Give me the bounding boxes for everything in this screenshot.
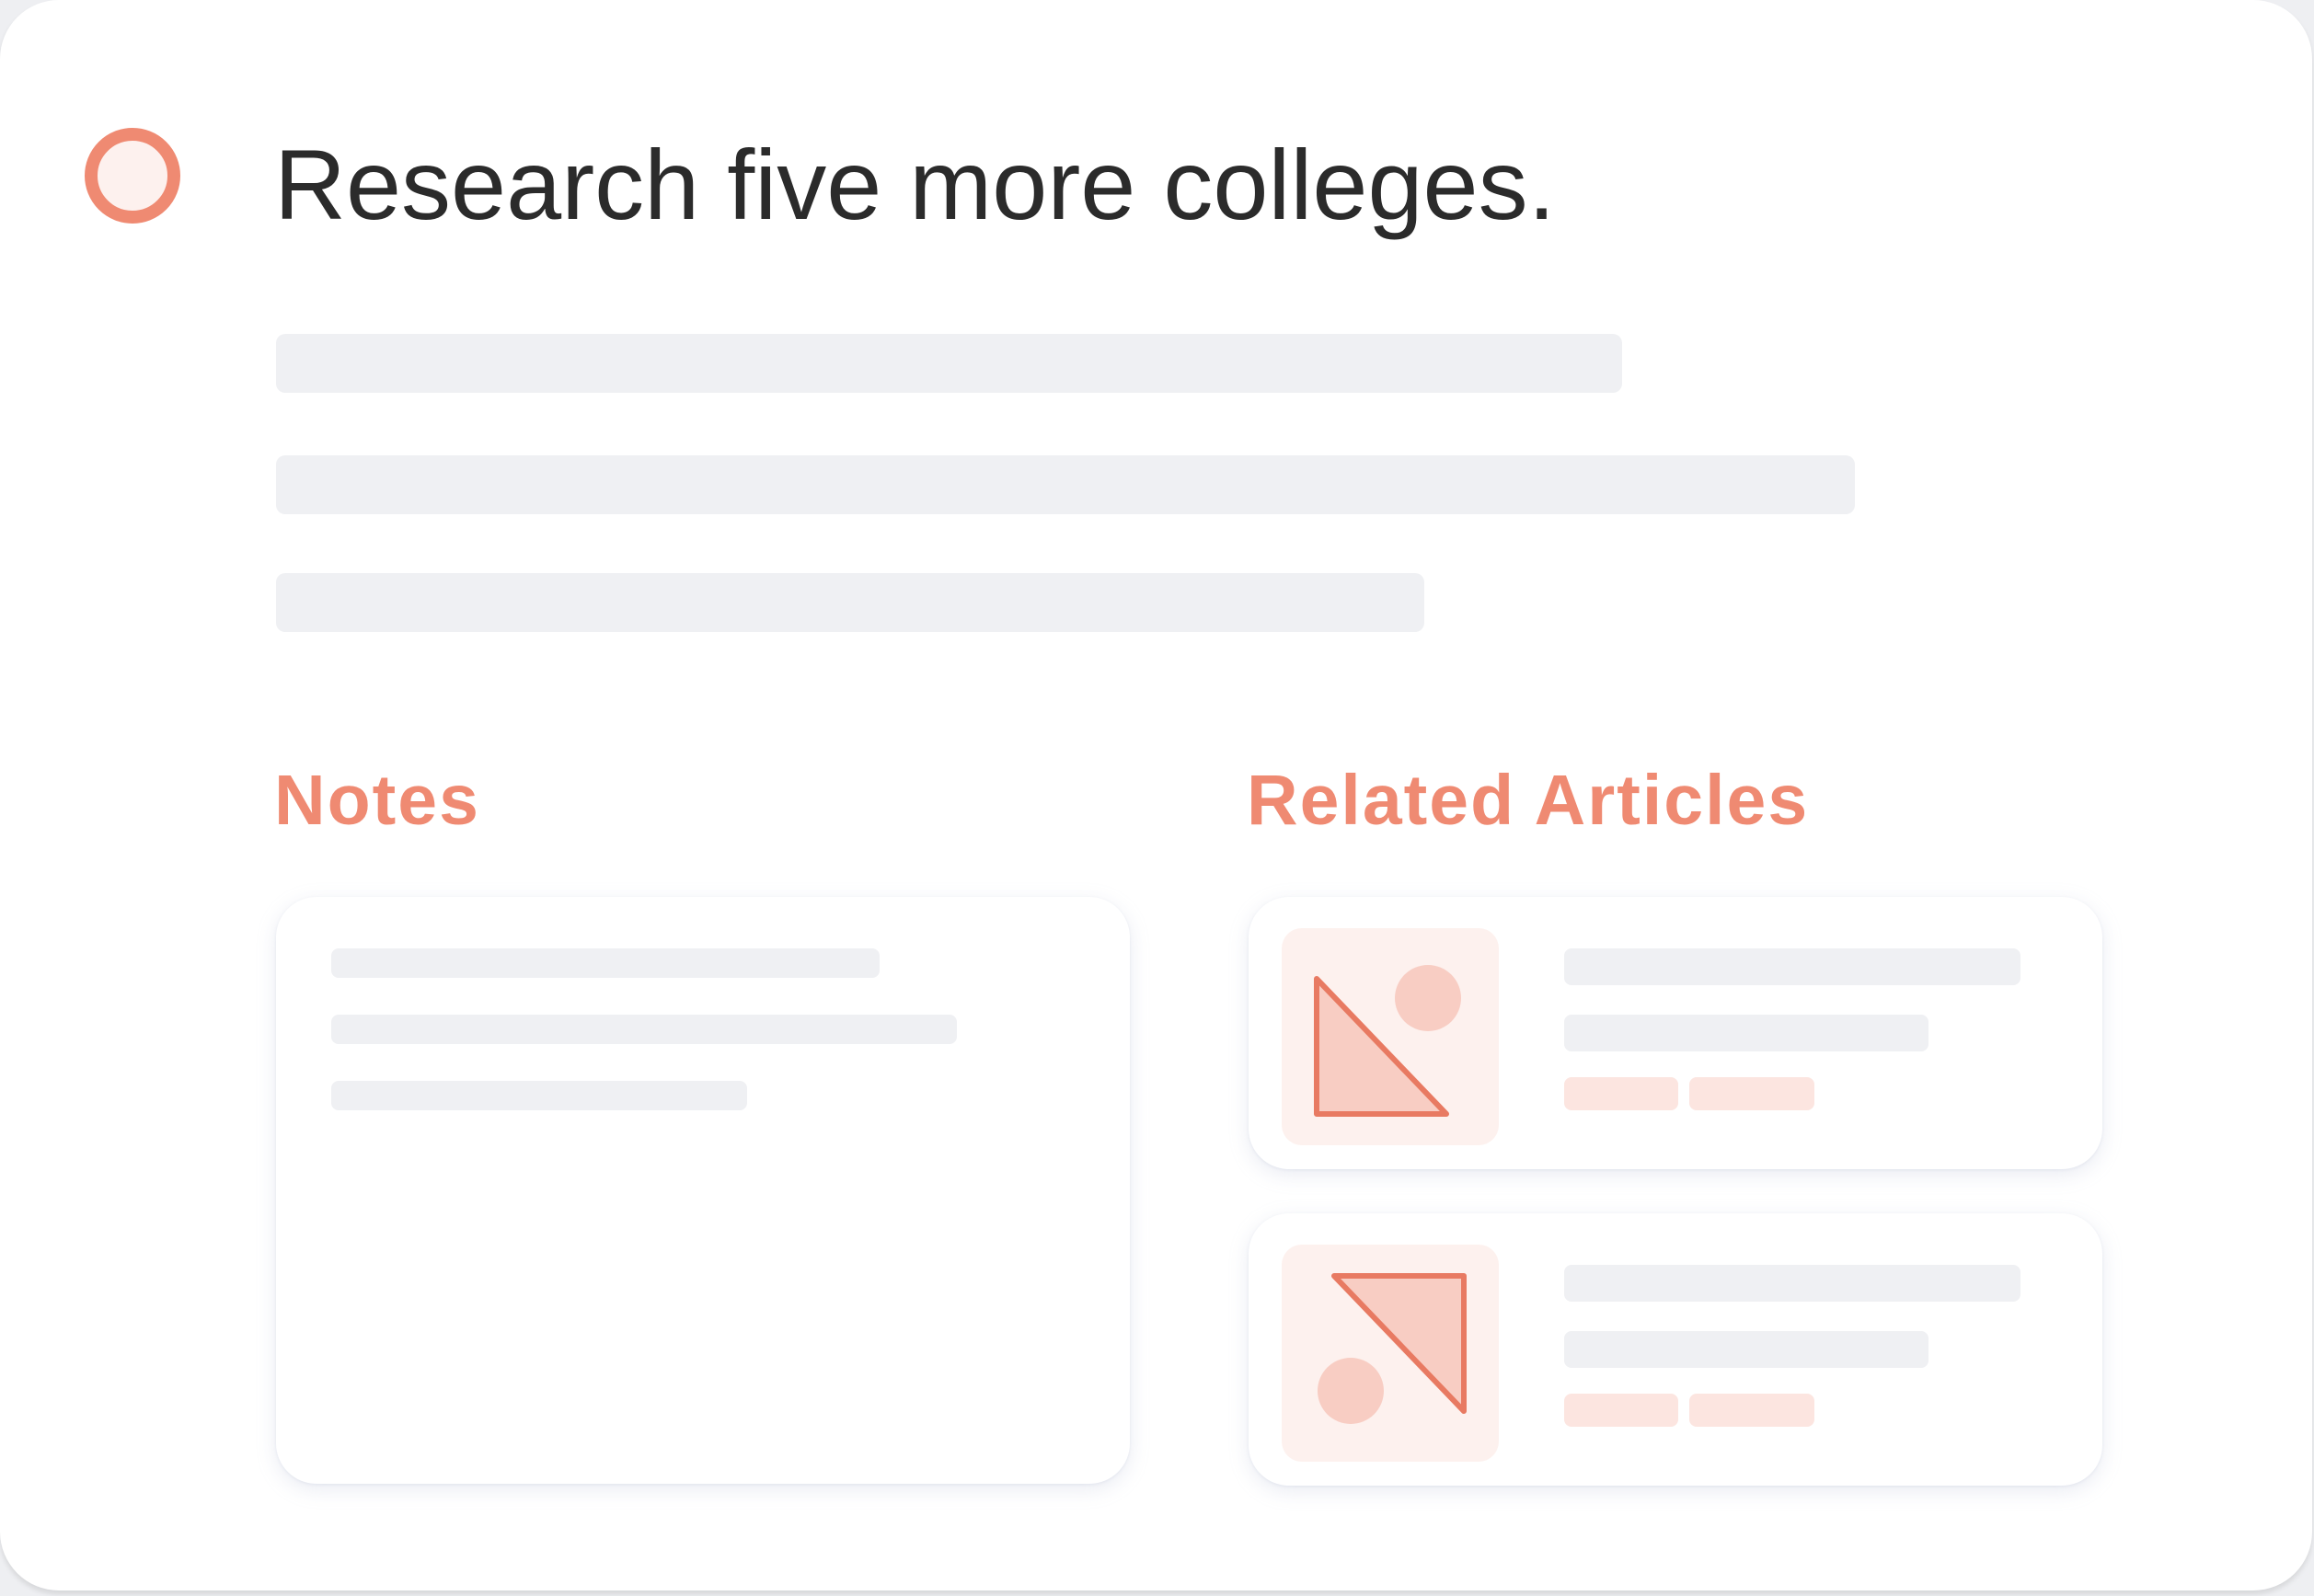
article-tag (1689, 1394, 1814, 1427)
description-line (276, 573, 1424, 632)
notes-heading: Notes (274, 761, 480, 840)
related-articles-heading: Related Articles (1247, 761, 1810, 840)
article-subtitle-line (1564, 1331, 1928, 1368)
task-title[interactable]: Research five more colleges. (274, 125, 1556, 245)
article-thumbnail (1282, 1245, 1499, 1462)
complete-task-checkbox-icon[interactable] (85, 128, 180, 224)
description-line (276, 455, 1855, 514)
article-tag (1689, 1077, 1814, 1110)
related-article-card[interactable] (1249, 897, 2102, 1169)
task-card: Research five more colleges. Notes Relat… (0, 0, 2312, 1590)
article-title-line (1564, 1265, 2020, 1302)
note-line (331, 1081, 747, 1110)
description-line (276, 334, 1622, 393)
related-article-card[interactable] (1249, 1213, 2102, 1486)
article-tag (1564, 1394, 1678, 1427)
notes-panel[interactable] (276, 897, 1130, 1484)
article-tag (1564, 1077, 1678, 1110)
note-line (331, 948, 880, 978)
article-thumbnail (1282, 928, 1499, 1145)
article-subtitle-line (1564, 1015, 1928, 1051)
note-line (331, 1015, 957, 1044)
shapes-image-icon (1314, 965, 1461, 1117)
article-title-line (1564, 948, 2020, 985)
shapes-image-icon (1318, 1273, 1467, 1424)
